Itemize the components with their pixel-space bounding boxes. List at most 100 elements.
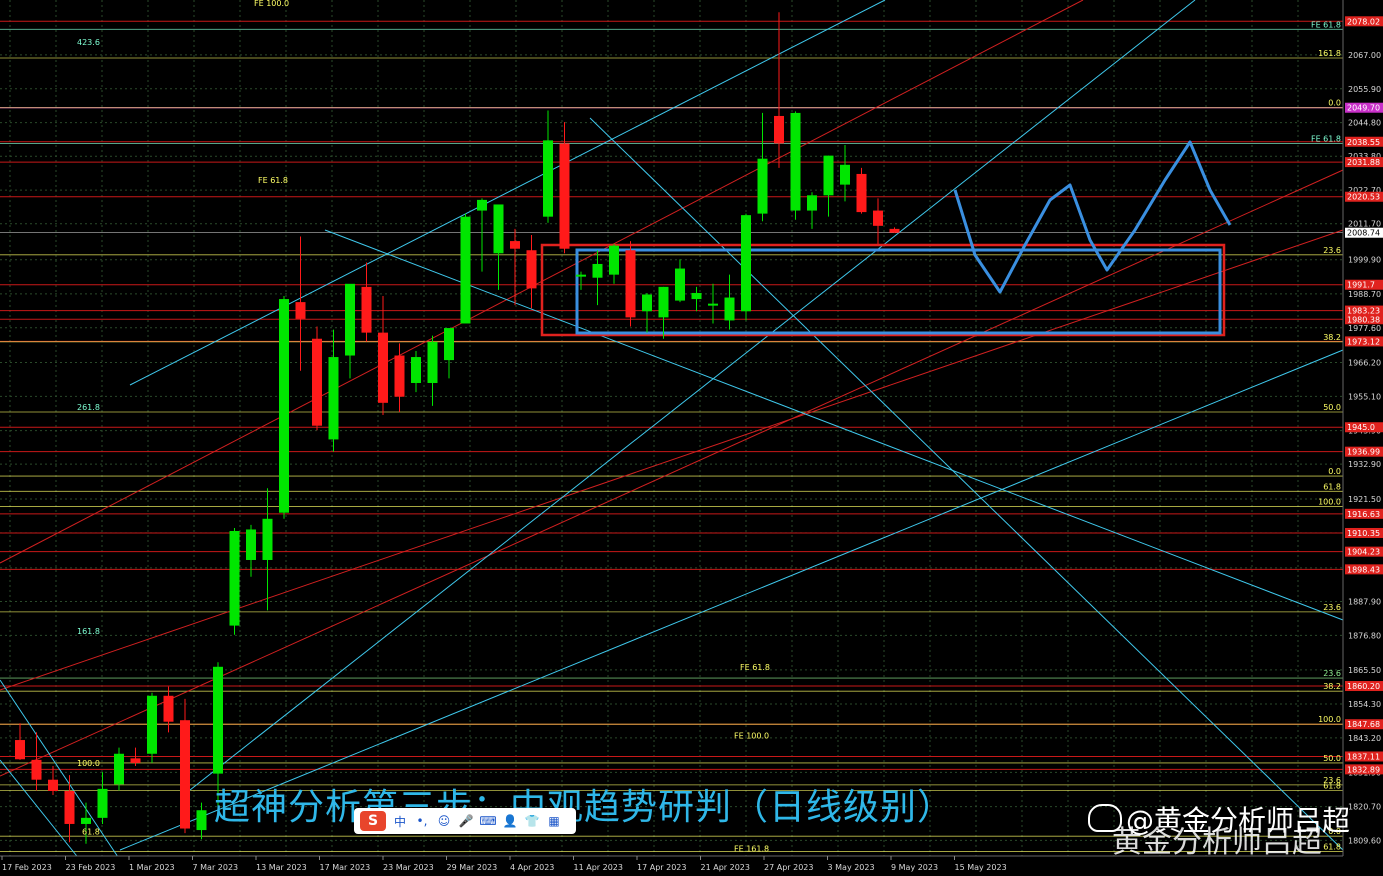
candle-body bbox=[576, 274, 586, 277]
candle bbox=[642, 292, 652, 333]
user-icon[interactable]: 👤 bbox=[502, 813, 518, 829]
price-level-tag-label: 1936.99 bbox=[1347, 448, 1380, 457]
candle-body bbox=[889, 228, 900, 233]
candle-body bbox=[180, 720, 190, 829]
candle-body bbox=[427, 341, 438, 383]
fib-label-right: 50.0 bbox=[1323, 403, 1341, 412]
y-tick-label: 1988.70 bbox=[1348, 290, 1381, 299]
candle bbox=[658, 286, 669, 339]
trend-channel-lines bbox=[0, 0, 1344, 861]
fib-label-right: FE 61.8 bbox=[1311, 134, 1341, 143]
candle-body bbox=[64, 790, 75, 824]
fib-label-right: 23.6 bbox=[1323, 669, 1341, 678]
x-tick-label: 9 May 2023 bbox=[891, 863, 938, 872]
ime-toolbar[interactable]: S 中 •, ☺ 🎤 ⌨ 👤 👕 ▦ bbox=[354, 808, 576, 834]
candle-body bbox=[213, 666, 223, 774]
candle bbox=[774, 12, 784, 168]
candle-body bbox=[856, 173, 867, 213]
x-tick-label: 23 Mar 2023 bbox=[383, 863, 434, 872]
candle bbox=[31, 732, 42, 791]
candle bbox=[427, 335, 438, 406]
candle-body bbox=[147, 695, 157, 754]
x-tick-label: 23 Feb 2023 bbox=[66, 863, 116, 872]
candle-body bbox=[279, 299, 289, 513]
chart-root: FE 61.8 161.8 0.0 FE 61.8 23.6 38.2 50.0 0.0 61.… bbox=[0, 0, 1383, 876]
candle bbox=[361, 262, 372, 342]
price-level-tag-label: 2078.02 bbox=[1347, 17, 1380, 26]
fib-label-left: 100.0 bbox=[77, 759, 100, 768]
fib-label-right: 100.0 bbox=[1318, 715, 1341, 724]
y-tick-label: 1876.80 bbox=[1348, 631, 1381, 640]
candle-body bbox=[724, 297, 735, 321]
ime-punct-icon[interactable]: •, bbox=[414, 813, 430, 829]
candle-body bbox=[477, 199, 487, 211]
fib-label-left: FE 100.0 bbox=[734, 731, 769, 740]
fib-label-left: FE 161.8 bbox=[734, 844, 769, 853]
x-tick-label: 27 Apr 2023 bbox=[764, 863, 813, 872]
candle bbox=[477, 198, 487, 272]
x-tick-label: 29 Mar 2023 bbox=[447, 863, 498, 872]
skin-icon[interactable]: 👕 bbox=[524, 813, 540, 829]
candle-body bbox=[526, 250, 537, 289]
candle bbox=[625, 241, 636, 327]
fib-label-right: 61.8 bbox=[1323, 842, 1341, 851]
fib-label-right: 50.0 bbox=[1323, 754, 1341, 763]
y-tick-label: 1977.60 bbox=[1348, 324, 1381, 333]
candle-body bbox=[163, 695, 174, 722]
y-axis-background bbox=[1343, 0, 1383, 876]
price-level-lines bbox=[0, 20, 1343, 852]
keyboard-icon[interactable]: ⌨ bbox=[479, 813, 496, 829]
sogou-logo-icon[interactable]: S bbox=[360, 811, 386, 831]
fib-label-right: 0.0 bbox=[1328, 467, 1341, 476]
candle-body bbox=[345, 283, 355, 356]
fib-label-right: 38.2 bbox=[1323, 682, 1341, 691]
candle bbox=[526, 234, 537, 309]
candle-body bbox=[774, 115, 784, 144]
candle-body bbox=[48, 779, 58, 791]
candle-body bbox=[510, 241, 520, 249]
candle bbox=[889, 227, 900, 233]
ime-lang-toggle[interactable]: 中 bbox=[392, 813, 408, 829]
price-level-tag-label: 2049.70 bbox=[1347, 104, 1380, 113]
x-tick-label: 21 Apr 2023 bbox=[701, 863, 750, 872]
fib-label-right: 100.0 bbox=[1318, 498, 1341, 507]
trendline bbox=[0, 229, 1344, 691]
y-tick-label: 1820.70 bbox=[1348, 803, 1381, 812]
candle bbox=[724, 274, 735, 330]
y-tick-label: 1843.20 bbox=[1348, 734, 1381, 743]
candle-body bbox=[312, 338, 322, 426]
candle bbox=[675, 259, 685, 303]
candle bbox=[873, 198, 883, 245]
toolbox-grid-icon[interactable]: ▦ bbox=[546, 813, 562, 829]
y-tick-label: 2055.90 bbox=[1348, 85, 1381, 94]
microphone-icon[interactable]: 🎤 bbox=[458, 813, 474, 829]
candle-body bbox=[31, 759, 42, 780]
candle bbox=[592, 250, 603, 306]
candle-body bbox=[196, 810, 207, 831]
trendline bbox=[0, 169, 1344, 777]
forecast-zigzag-path bbox=[953, 140, 1232, 294]
fib-label-right: 23.6 bbox=[1323, 603, 1341, 612]
candle bbox=[163, 686, 174, 733]
candle-body bbox=[229, 530, 240, 626]
candle bbox=[312, 326, 322, 431]
fib-label-left: FE 100.0 bbox=[254, 0, 289, 8]
candle bbox=[790, 111, 801, 220]
candle-body bbox=[741, 215, 751, 312]
price-level-tag-label: 1945.0 bbox=[1347, 423, 1375, 432]
price-level-tag-label: 1916.63 bbox=[1347, 510, 1380, 519]
candle-body bbox=[609, 245, 619, 275]
candle bbox=[81, 802, 91, 844]
price-level-tag-label: 1973.12 bbox=[1347, 337, 1380, 346]
candle-body bbox=[757, 158, 768, 214]
candle-body bbox=[15, 740, 25, 760]
candle-body bbox=[411, 357, 421, 383]
candle-body bbox=[460, 216, 471, 324]
candle bbox=[493, 204, 504, 290]
fib-label-right: 61.8 bbox=[1323, 781, 1341, 790]
candle-body bbox=[378, 332, 388, 403]
emoji-icon[interactable]: ☺ bbox=[436, 813, 452, 829]
trendline bbox=[189, 0, 1196, 791]
candle bbox=[114, 747, 124, 791]
candle-body bbox=[708, 303, 718, 306]
